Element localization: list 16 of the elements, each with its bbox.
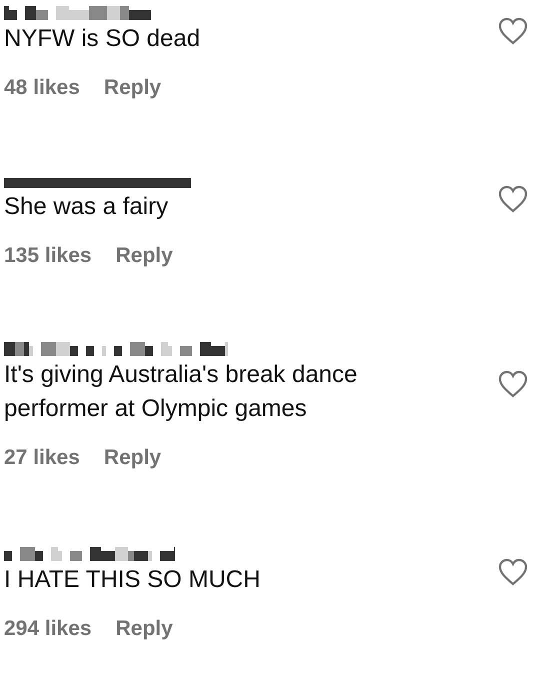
comment-text: She was a fairy xyxy=(4,192,170,222)
heart-icon[interactable] xyxy=(498,17,528,45)
heart-icon[interactable] xyxy=(498,370,528,398)
likes-count[interactable]: 294 likes xyxy=(4,617,92,641)
reply-link[interactable]: Reply xyxy=(116,244,173,268)
reply-link[interactable]: Reply xyxy=(104,446,162,470)
reply-link[interactable]: Reply xyxy=(104,76,162,100)
comment-text: I HATE THIS SO MUCH xyxy=(4,565,262,595)
likes-count[interactable]: 48 likes xyxy=(4,76,80,100)
likes-count[interactable]: 27 likes xyxy=(4,446,80,470)
comment-text: It's giving Australia's break dance performer at Olympic games xyxy=(4,360,358,424)
heart-icon[interactable] xyxy=(498,558,528,586)
heart-icon[interactable] xyxy=(498,185,528,213)
comment-text: NYFW is SO dead xyxy=(4,24,202,54)
reply-link[interactable]: Reply xyxy=(116,617,173,641)
likes-count[interactable]: 135 likes xyxy=(4,244,92,268)
